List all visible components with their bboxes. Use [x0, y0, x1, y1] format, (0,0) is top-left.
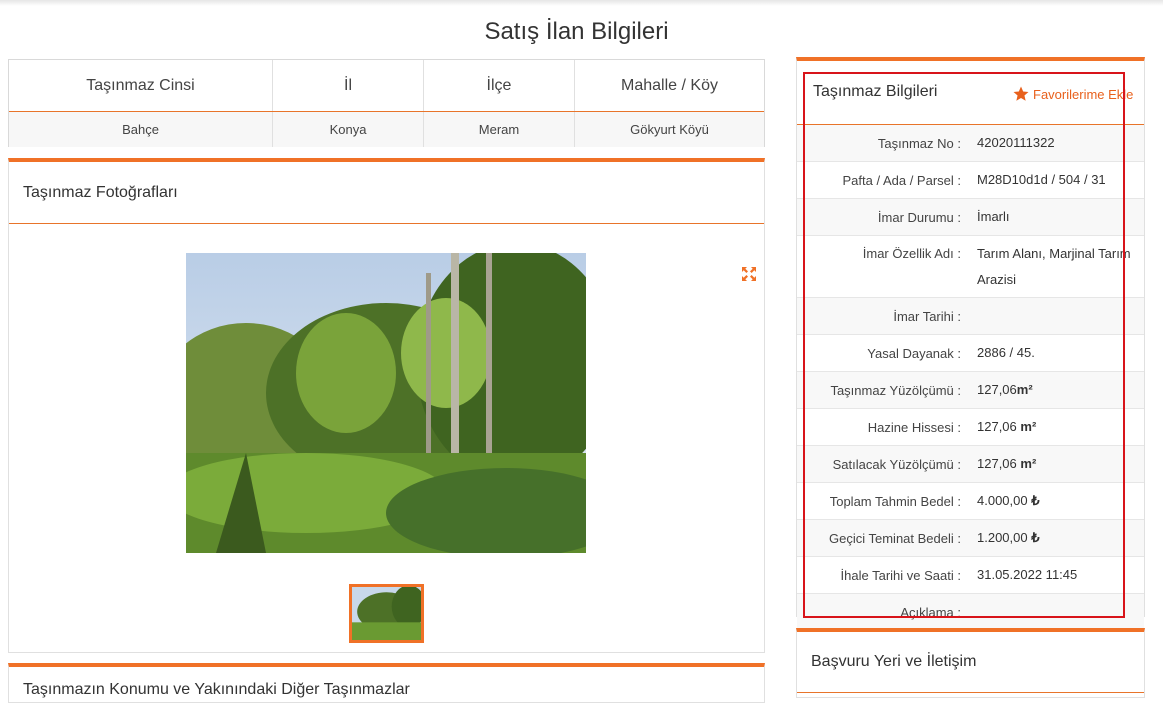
- info-value-unit: m²: [1020, 456, 1037, 471]
- info-row: Taşınmaz Yüzölçümü : 127,06 m²: [797, 372, 1144, 409]
- info-value-unit: m²: [1016, 382, 1033, 397]
- info-value-number: 127,06: [977, 419, 1017, 434]
- location-panel: Taşınmazın Konumu ve Yakınındaki Diğer T…: [8, 663, 765, 703]
- summary-header-type: Taşınmaz Cinsi: [9, 60, 273, 111]
- info-row: İmar Tarihi :: [797, 298, 1144, 335]
- info-label: Yasal Dayanak :: [867, 345, 961, 361]
- info-label: İmar Özellik Adı :: [862, 246, 961, 261]
- summary-value-district: Meram: [424, 112, 575, 147]
- property-info-rows: Taşınmaz No : 42020111322 Pafta / Ada / …: [797, 125, 1144, 631]
- expand-icon[interactable]: [741, 266, 757, 282]
- location-panel-title: Taşınmazın Konumu ve Yakınındaki Diğer T…: [23, 681, 410, 698]
- property-photo-image: [186, 253, 586, 553]
- info-value-unit: m²: [1020, 419, 1037, 434]
- contact-panel-title: Başvuru Yeri ve İletişim: [797, 632, 1144, 693]
- info-row: İmar Durumu : İmarlı: [797, 199, 1144, 236]
- info-row: Yasal Dayanak : 2886 / 45.: [797, 335, 1144, 372]
- photo-thumbnail[interactable]: [349, 584, 424, 643]
- summary-value-row: Bahçe Konya Meram Gökyurt Köyü: [9, 112, 764, 147]
- info-value-number: 4.000,00: [977, 493, 1028, 508]
- info-row: Toplam Tahmin Bedel : 4.000,00 ₺: [797, 483, 1144, 520]
- info-label: Geçici Teminat Bedeli :: [829, 530, 961, 546]
- info-label: Taşınmaz No :: [877, 135, 961, 151]
- info-value: [969, 298, 1144, 334]
- summary-header-district: İlçe: [424, 60, 575, 111]
- info-label: Pafta / Ada / Parsel :: [842, 172, 961, 188]
- summary-table: Taşınmaz Cinsi İl İlçe Mahalle / Köy Bah…: [8, 59, 765, 147]
- info-value: 1.200,00 ₺: [969, 520, 1144, 556]
- summary-value-type: Bahçe: [9, 112, 273, 147]
- info-value: Tarım Alanı, Marjinal Tarım Arazisi: [977, 246, 1131, 287]
- star-icon: [1013, 86, 1029, 101]
- add-favorite-label: Favorilerime Ekle: [1033, 86, 1134, 102]
- info-row: İmar Özellik Adı : Tarım Alanı, Marjinal…: [797, 236, 1144, 298]
- property-photo[interactable]: [186, 253, 586, 553]
- info-value: 42020111322: [977, 135, 1055, 150]
- thumbnail-image: [352, 587, 421, 640]
- info-value: 4.000,00 ₺: [969, 483, 1144, 519]
- photos-panel-title: Taşınmaz Fotoğrafları: [9, 162, 764, 224]
- top-shadow: [0, 0, 1163, 6]
- info-value: M28D10d1d / 504 / 31: [977, 172, 1106, 187]
- currency-lira-icon: ₺: [1031, 493, 1040, 508]
- info-label: Taşınmaz Yüzölçümü :: [830, 382, 961, 398]
- property-info-title: Taşınmaz Bilgileri: [813, 83, 938, 100]
- info-row: İhale Tarihi ve Saati : 31.05.2022 11:45: [797, 557, 1144, 594]
- property-info-header: Taşınmaz Bilgileri Favorilerime Ekle: [797, 61, 1144, 125]
- info-value: İmarlı: [977, 209, 1010, 224]
- info-label: İmar Durumu :: [877, 209, 961, 225]
- info-value: 2886 / 45.: [977, 345, 1035, 360]
- photos-panel: Taşınmaz Fotoğrafları: [8, 158, 765, 653]
- summary-header-neighborhood: Mahalle / Köy: [621, 76, 718, 94]
- info-row: Satılacak Yüzölçümü : 127,06 m²: [797, 446, 1144, 483]
- info-label: İhale Tarihi ve Saati :: [840, 567, 961, 583]
- info-value-number: 127,06: [977, 382, 1017, 397]
- summary-value-province: Konya: [273, 112, 424, 147]
- info-value: 127,06 m²: [969, 409, 1144, 445]
- page-title: Satış İlan Bilgileri: [484, 18, 669, 45]
- add-favorite-button[interactable]: Favorilerime Ekle: [1012, 85, 1133, 103]
- info-value-number: 1.200,00: [977, 530, 1028, 545]
- info-value: [969, 594, 1144, 630]
- info-row: Açıklama :: [797, 594, 1144, 631]
- info-value-number: 127,06: [977, 456, 1017, 471]
- contact-panel: Başvuru Yeri ve İletişim: [796, 628, 1145, 698]
- summary-header-row: Taşınmaz Cinsi İl İlçe Mahalle / Köy: [9, 60, 764, 112]
- currency-lira-icon: ₺: [1031, 530, 1040, 545]
- info-value: 127,06 m²: [969, 446, 1144, 482]
- info-label: Açıklama :: [900, 604, 961, 620]
- info-row: Pafta / Ada / Parsel : M28D10d1d / 504 /…: [797, 162, 1144, 199]
- property-info-panel: Taşınmaz Bilgileri Favorilerime Ekle Taş…: [796, 57, 1145, 631]
- info-label: Hazine Hissesi :: [867, 419, 961, 435]
- info-row: Hazine Hissesi : 127,06 m²: [797, 409, 1144, 446]
- summary-value-neighborhood: Gökyurt Köyü: [630, 122, 709, 137]
- info-label: İmar Tarihi :: [893, 308, 961, 324]
- info-label: Toplam Tahmin Bedel :: [829, 493, 961, 509]
- info-value: 31.05.2022 11:45: [977, 567, 1078, 582]
- info-row: Geçici Teminat Bedeli : 1.200,00 ₺: [797, 520, 1144, 557]
- info-value: 127,06 m²: [969, 372, 1144, 408]
- summary-header-province: İl: [273, 60, 424, 111]
- info-label: Satılacak Yüzölçümü :: [832, 456, 961, 472]
- info-row: Taşınmaz No : 42020111322: [797, 125, 1144, 162]
